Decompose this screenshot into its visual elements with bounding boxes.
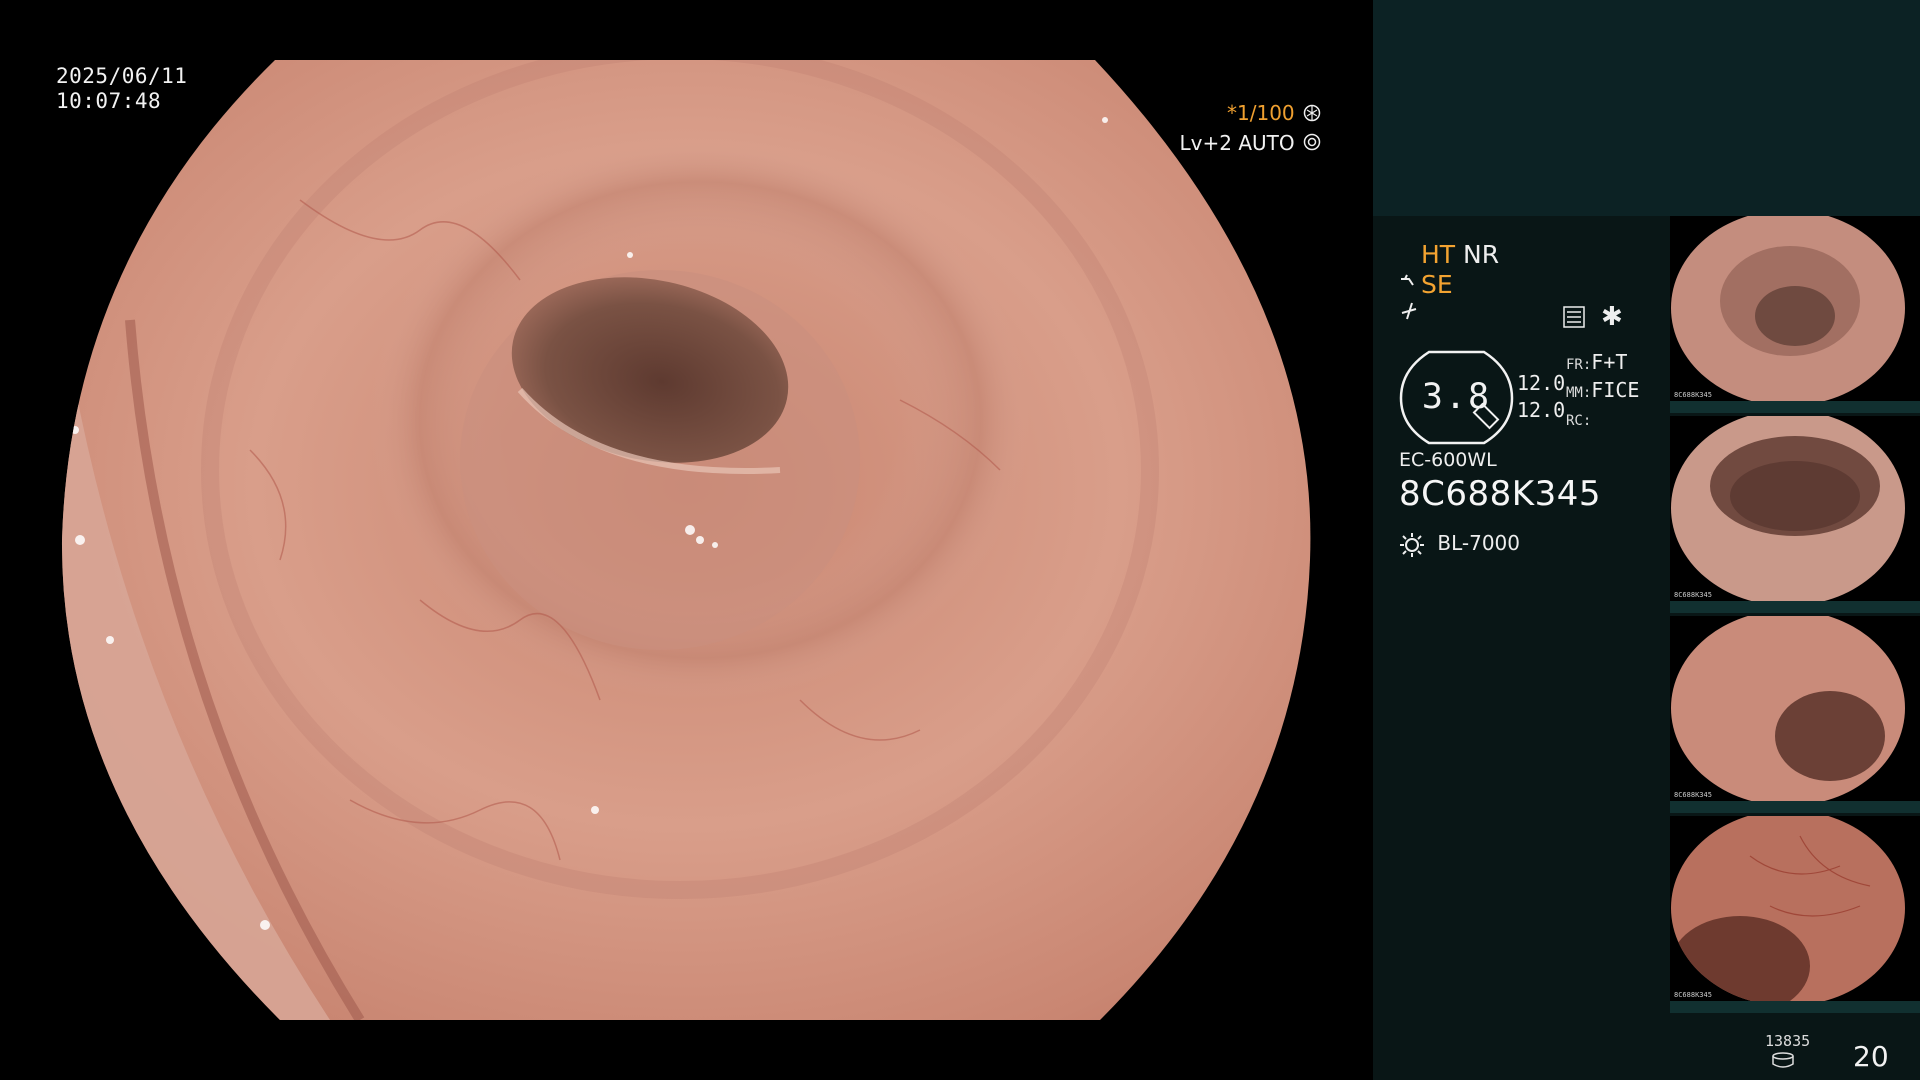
processing-labels: FR:F+T MM:FICE RC: bbox=[1566, 350, 1639, 434]
storage-count: 13835 bbox=[1765, 1032, 1811, 1050]
zoom-value: 3.8 bbox=[1421, 377, 1492, 417]
auto-light-icon bbox=[1303, 130, 1321, 158]
zoom-badge: 3.8 bbox=[1399, 350, 1514, 445]
panel-header bbox=[1373, 0, 1920, 216]
rc-label: RC: bbox=[1566, 413, 1592, 429]
thumbnail-2[interactable]: 8C688K345 bbox=[1670, 416, 1920, 613]
time-text: 10:07:48 bbox=[56, 89, 162, 113]
scope-tip-icon bbox=[1399, 271, 1421, 301]
endoscope-main-view: 2025/06/11 10:07:48 *1/100 Lv+2 AUTO bbox=[0, 0, 1373, 1080]
endoscope-image bbox=[61, 60, 1311, 1020]
fr-label: FR: bbox=[1566, 357, 1592, 373]
shutter-speed: *1/100 bbox=[1227, 101, 1295, 125]
info-panel: HT NR SE ✱ 3.8 12.0 12.0 FR:F+T MM:FICE … bbox=[1373, 0, 1920, 1080]
light-bulb-icon bbox=[1399, 531, 1437, 557]
mode-se: SE bbox=[1421, 270, 1453, 299]
exposure-info: *1/100 Lv+2 AUTO bbox=[1180, 99, 1321, 158]
mm-value: FICE bbox=[1591, 378, 1640, 402]
settings-icons: ✱ bbox=[1563, 302, 1643, 334]
light-level: Lv+2 AUTO bbox=[1179, 130, 1295, 155]
thumbnail-serial: 8C688K345 bbox=[1674, 991, 1712, 999]
date-text: 2025/06/11 bbox=[56, 64, 188, 88]
thumbnail-serial: 8C688K345 bbox=[1674, 591, 1712, 599]
light-source-name: BL-7000 bbox=[1437, 531, 1520, 555]
flex-icon bbox=[1399, 301, 1421, 331]
disk-icon bbox=[1771, 1052, 1795, 1072]
mode-ht: HT bbox=[1421, 240, 1456, 269]
page-number: 20 bbox=[1853, 1040, 1889, 1073]
thumbnail-3[interactable]: 8C688K345 bbox=[1670, 616, 1920, 813]
fr-value: F+T bbox=[1591, 350, 1628, 374]
value-1: 12.0 bbox=[1517, 371, 1566, 395]
scope-serial: 8C688K345 bbox=[1399, 474, 1601, 514]
value-2: 12.0 bbox=[1517, 398, 1566, 422]
side-values: 12.0 12.0 bbox=[1517, 370, 1565, 424]
thumbnail-4[interactable]: 8C688K345 bbox=[1670, 816, 1920, 1013]
thumbnail-1[interactable]: 8C688K345 bbox=[1670, 216, 1920, 413]
light-source: BL-7000 bbox=[1399, 531, 1520, 558]
thumbnail-strip: 8C688K345 8C688K345 8C688K345 8C688K345 bbox=[1670, 216, 1920, 1016]
asterisk-icon: ✱ bbox=[1601, 302, 1623, 332]
date-time-stamp: 2025/06/11 10:07:48 bbox=[56, 64, 187, 114]
settings-icon bbox=[1563, 306, 1585, 332]
mode-nr: NR bbox=[1463, 240, 1500, 269]
aperture-icon bbox=[1303, 101, 1321, 129]
thumbnail-serial: 8C688K345 bbox=[1674, 391, 1712, 399]
thumbnail-serial: 8C688K345 bbox=[1674, 791, 1712, 799]
scope-model: EC-600WL bbox=[1399, 449, 1497, 471]
mm-label: MM: bbox=[1566, 385, 1592, 401]
